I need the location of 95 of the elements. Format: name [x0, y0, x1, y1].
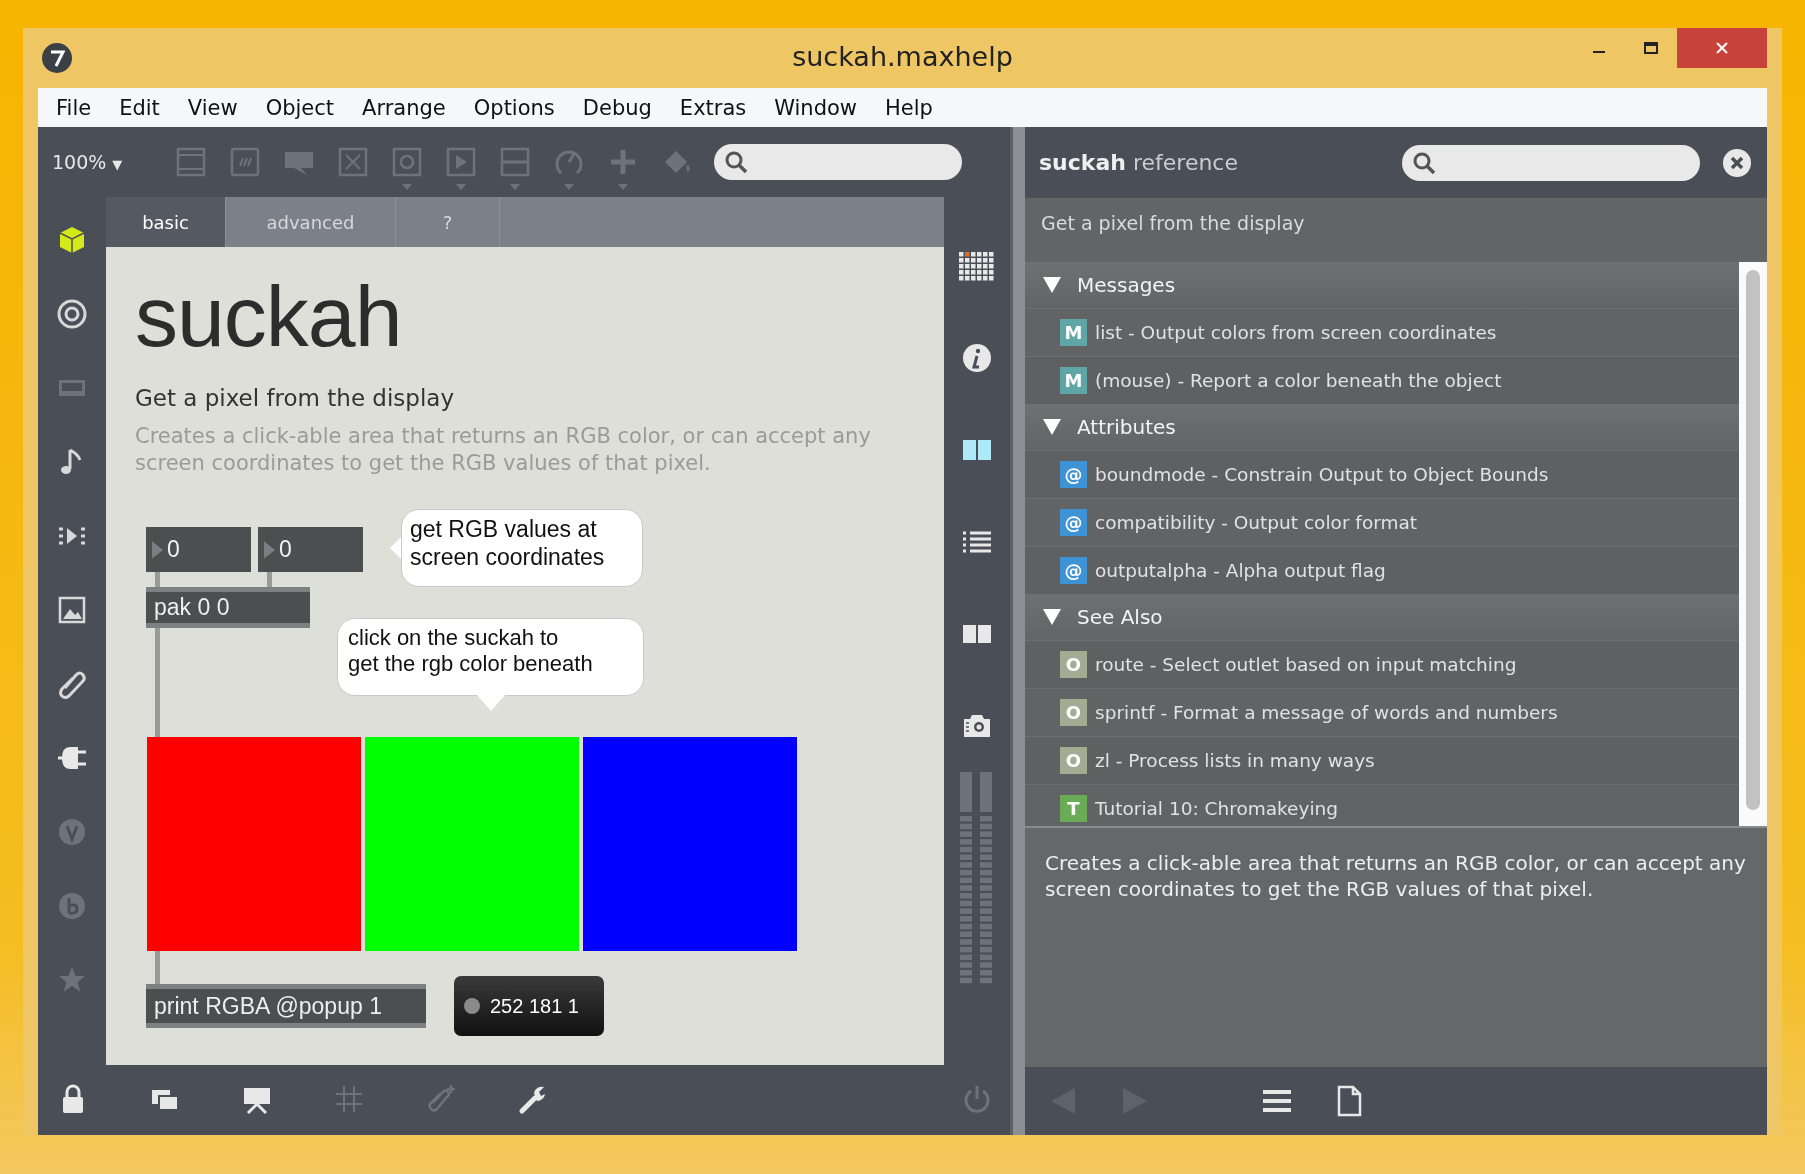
menu-item[interactable]: Options — [459, 95, 569, 120]
search-field[interactable] — [714, 144, 962, 180]
kind-badge: O — [1060, 699, 1087, 726]
caret-icon[interactable] — [456, 184, 466, 190]
grid-dots-icon[interactable] — [959, 252, 995, 282]
b-circle-icon[interactable] — [56, 890, 88, 922]
patch-cord — [155, 572, 160, 588]
kind-badge: O — [1060, 747, 1087, 774]
reference-label: reference — [1132, 150, 1238, 175]
tab[interactable]: basic — [106, 197, 226, 247]
reference-item[interactable]: @ outputalpha - Alpha output flag — [1025, 546, 1739, 594]
item-text: compatibility - Output color format — [1095, 512, 1418, 533]
close-icon[interactable] — [1714, 40, 1730, 56]
reference-item[interactable]: O route - Select outlet based on input matching — [1025, 640, 1739, 688]
item-text: sprintf - Format a message of words and numbers — [1095, 702, 1558, 723]
patch-cord — [267, 572, 272, 588]
item-text: (mouse) - Report a color beneath the object — [1095, 370, 1502, 391]
help-title: suckah — [135, 273, 403, 359]
pak-object[interactable]: pak 0 0 — [146, 587, 310, 628]
kind-badge: O — [1060, 651, 1087, 678]
reference-title: suckah — [1039, 150, 1126, 175]
menu-item[interactable]: Arrange — [348, 95, 460, 120]
number-box[interactable]: 0 — [258, 527, 363, 572]
kind-badge: @ — [1060, 557, 1087, 584]
menu-item[interactable]: Edit — [105, 95, 174, 120]
grid-icon[interactable] — [333, 1083, 365, 1115]
section-title: Messages — [1077, 273, 1176, 297]
item-text: zl - Process lists in many ways — [1095, 750, 1375, 771]
kind-badge: @ — [1060, 461, 1087, 488]
menu-item[interactable]: Object — [251, 95, 349, 120]
menu-item[interactable]: Extras — [665, 95, 761, 120]
color-panel[interactable] — [147, 737, 361, 951]
search-icon — [724, 150, 748, 174]
patch-cord — [155, 951, 160, 985]
popup-value: 252 181 1 — [490, 994, 579, 1018]
reference-item[interactable]: O zl - Process lists in many ways — [1025, 736, 1739, 784]
caret-icon[interactable] — [564, 184, 574, 190]
kind-badge: T — [1060, 795, 1087, 822]
app-logo-icon — [41, 42, 73, 74]
reference-item[interactable]: @ compatibility - Output color format — [1025, 498, 1739, 546]
caret-icon[interactable] — [618, 184, 628, 190]
reference-description: Creates a click-able area that returns an RGB color, or can accept any screen coordinates to get the RGB values of that pixel. — [1045, 851, 1746, 901]
disclosure-triangle-icon[interactable] — [1043, 609, 1061, 625]
menu-item[interactable]: View — [173, 95, 252, 120]
section-title: See Also — [1077, 605, 1163, 629]
item-text: list - Output colors from screen coordinates — [1095, 322, 1497, 343]
color-panel[interactable] — [583, 737, 797, 951]
print-object[interactable]: print RGBA @popup 1 — [146, 984, 426, 1028]
slider-box-icon[interactable] — [499, 146, 531, 178]
item-text: route - Select outlet based on input matching — [1095, 654, 1517, 675]
target-icon[interactable] — [56, 298, 88, 330]
menu-item[interactable]: File — [42, 95, 106, 120]
maximize-icon[interactable] — [1643, 40, 1659, 56]
reference-item[interactable]: T Tutorial 10: Chromakeying — [1025, 784, 1739, 826]
reference-item[interactable]: @ boundmode - Constrain Output to Object Bounds — [1025, 450, 1739, 498]
caret-icon[interactable] — [402, 184, 412, 190]
kind-badge: M — [1060, 319, 1087, 346]
menu-item[interactable]: Help — [871, 95, 947, 120]
message-icon[interactable] — [229, 146, 261, 178]
cross-box-icon[interactable] — [337, 146, 369, 178]
search-icon — [1412, 150, 1436, 175]
scrollbar-thumb[interactable] — [1746, 270, 1760, 810]
menu-item[interactable]: Debug — [568, 95, 666, 120]
reference-item[interactable]: O sprintf - Format a message of words and numbers — [1025, 688, 1739, 736]
paperclip-add-icon[interactable] — [425, 1083, 457, 1115]
item-text: outputalpha - Alpha output flag — [1095, 560, 1386, 581]
number-box[interactable]: 0 — [146, 527, 251, 572]
section-title: Attributes — [1077, 415, 1176, 439]
comment-text: click on the suckah to get the rgb color beneath — [348, 625, 594, 678]
item-text: boundmode - Constrain Output to Object Bounds — [1095, 464, 1549, 485]
panel-icon[interactable] — [175, 146, 207, 178]
help-subtitle: Get a pixel from the display — [135, 385, 455, 411]
menu-item[interactable]: Window — [760, 95, 872, 120]
search-field[interactable] — [1402, 144, 1700, 181]
caret-icon[interactable] — [510, 184, 520, 190]
reference-item[interactable]: M (mouse) - Report a color beneath the object — [1025, 356, 1739, 404]
image-icon[interactable] — [56, 594, 88, 626]
dot-icon — [464, 998, 480, 1014]
close-icon[interactable] — [1722, 147, 1752, 178]
v-circle-icon[interactable] — [56, 816, 88, 848]
info-icon[interactable] — [961, 342, 993, 374]
disclosure-triangle-icon[interactable] — [1043, 277, 1061, 293]
play-box-icon[interactable] — [445, 146, 477, 178]
reference-summary: Get a pixel from the display — [1041, 212, 1305, 234]
disclosure-triangle-icon[interactable] — [1043, 419, 1061, 435]
kind-badge: M — [1060, 367, 1087, 394]
splitter[interactable] — [1010, 127, 1025, 1135]
item-text: Tutorial 10: Chromakeying — [1095, 798, 1339, 819]
reference-item[interactable]: M list - Output colors from screen coordinates — [1025, 308, 1739, 356]
color-panel[interactable] — [365, 737, 579, 951]
window-title: suckah.maxhelp — [792, 41, 1013, 72]
kind-badge: @ — [1060, 509, 1087, 536]
help-description: Creates a click-able area that returns an RGB color, or can accept any screen coordinates to get the RGB values of that pixel. — [135, 423, 872, 478]
comment-text: get RGB values at screen coordinates — [410, 516, 606, 572]
zoom-dropdown[interactable]: 100% ▼ — [52, 151, 164, 173]
